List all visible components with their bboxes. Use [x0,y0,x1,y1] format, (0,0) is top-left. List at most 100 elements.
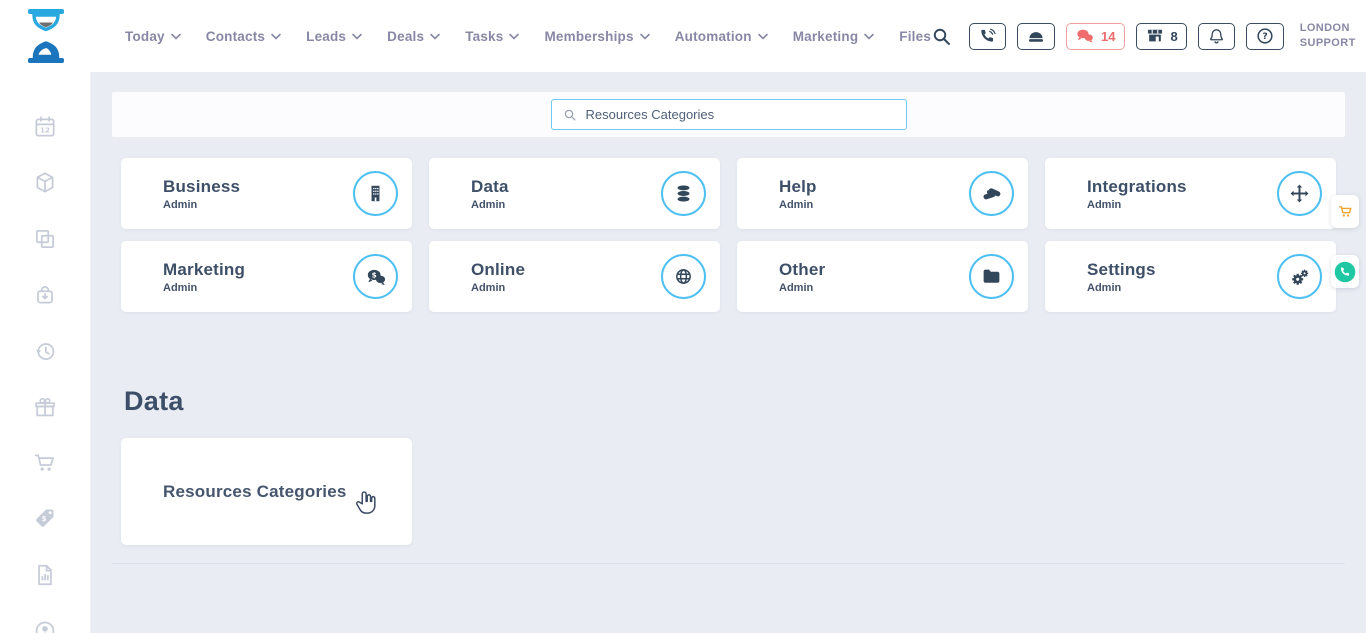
report-icon[interactable] [32,562,58,588]
search-input-icon [563,108,577,122]
card-help[interactable]: Help Admin [737,158,1028,229]
nav-item-memberships[interactable]: Memberships [544,29,649,44]
card-subtitle: Admin [163,282,245,294]
gears-icon [1277,254,1322,299]
page: Today Contacts Leads Deals Tasks Members… [0,0,1366,633]
help-button[interactable]: ? [1246,23,1284,50]
chevron-down-icon [430,33,440,40]
inbox-icon [1026,26,1046,46]
search-icon[interactable] [931,26,952,47]
nav-item-files[interactable]: Files [899,29,931,44]
chat-button[interactable]: 14 [1066,23,1124,50]
gift-icon[interactable] [32,394,58,420]
category-card-grid: Business Admin [121,158,1336,312]
svg-text:12: 12 [40,126,50,135]
card-data[interactable]: Data Admin [429,158,720,229]
nav-label: Marketing [793,29,859,44]
section-divider [112,563,1345,564]
nav-label: Tasks [465,29,503,44]
svg-text:?: ? [1262,31,1267,42]
resources-categories-label: Resources Categories [163,482,347,502]
chevron-down-icon [352,33,362,40]
cart-icon[interactable] [32,450,58,476]
chevron-down-icon [758,33,768,40]
chevron-down-icon [864,33,874,40]
store-icon [1145,26,1165,46]
left-sidebar: 12 [0,72,91,633]
help-icon: ? [1255,26,1275,46]
bag-download-icon[interactable] [32,282,58,308]
nav-item-tasks[interactable]: Tasks [465,29,519,44]
card-title: Integrations [1087,177,1187,197]
card-title: Data [471,177,509,197]
nav-item-contacts[interactable]: Contacts [206,29,281,44]
card-title: Other [779,260,825,280]
folder-icon [969,254,1014,299]
nav-label: Memberships [544,29,633,44]
globe-icon [661,254,706,299]
search-band [112,92,1345,137]
inbox-button[interactable] [1017,23,1055,50]
card-subtitle: Admin [163,199,240,211]
account-circle-icon[interactable] [32,618,58,633]
nav-item-today[interactable]: Today [125,29,181,44]
history-icon[interactable] [32,338,58,364]
store-count-badge: 8 [1171,29,1178,44]
package-icon[interactable] [32,170,58,196]
card-subtitle: Admin [1087,199,1187,211]
card-title: Settings [1087,260,1156,280]
nav-item-automation[interactable]: Automation [675,29,768,44]
chat-count-badge: 14 [1101,29,1115,44]
price-tag-icon[interactable]: $ [32,506,58,532]
account-name: LONDON SUPPORT [1300,21,1356,51]
nav-label: Automation [675,29,752,44]
notifications-button[interactable] [1198,23,1235,50]
card-title: Marketing [163,260,245,280]
move-arrows-icon [1277,171,1322,216]
whatsapp-widget-button[interactable] [1331,255,1359,288]
nav-item-leads[interactable]: Leads [306,29,362,44]
card-settings[interactable]: Settings Admin [1045,241,1336,312]
section-heading: Data [124,386,184,417]
search-input[interactable] [586,107,895,122]
nav-label: Leads [306,29,346,44]
nav-label: Files [899,29,931,44]
bell-icon [1207,27,1226,46]
account-name-line1: LONDON [1300,21,1356,36]
comment-dollar-icon: $ [353,254,398,299]
database-icon [661,171,706,216]
card-integrations[interactable]: Integrations Admin [1045,158,1336,229]
chat-icon [1075,27,1095,45]
phone-button[interactable] [969,23,1006,50]
card-online[interactable]: Online Admin [429,241,720,312]
copy-icon[interactable] [32,226,58,252]
nav-label: Deals [387,29,424,44]
cart-widget-button[interactable] [1331,195,1359,228]
chevron-down-icon [509,33,519,40]
card-subtitle: Admin [779,199,817,211]
chevron-down-icon [640,33,650,40]
store-button[interactable]: 8 [1136,23,1187,50]
card-subtitle: Admin [1087,282,1156,294]
nav-item-marketing[interactable]: Marketing [793,29,875,44]
main-content: Business Admin [91,72,1366,633]
card-title: Business [163,177,240,197]
chevron-down-icon [271,33,281,40]
card-title: Help [779,177,817,197]
phone-icon [978,27,997,46]
card-subtitle: Admin [471,282,525,294]
card-business[interactable]: Business Admin [121,158,412,229]
resources-categories-card[interactable]: Resources Categories [121,438,412,545]
top-header: Today Contacts Leads Deals Tasks Members… [0,0,1366,72]
nav-item-deals[interactable]: Deals [387,29,440,44]
nav-label: Contacts [206,29,265,44]
search-box [551,99,907,130]
card-marketing[interactable]: Marketing Admin $ [121,241,412,312]
card-subtitle: Admin [471,199,509,211]
main-nav: Today Contacts Leads Deals Tasks Members… [125,29,931,44]
calendar-12-icon[interactable]: 12 [32,114,58,140]
nav-label: Today [125,29,165,44]
card-other[interactable]: Other Admin [737,241,1028,312]
chevron-down-icon [171,33,181,40]
hourglass-logo-icon[interactable] [24,9,68,63]
